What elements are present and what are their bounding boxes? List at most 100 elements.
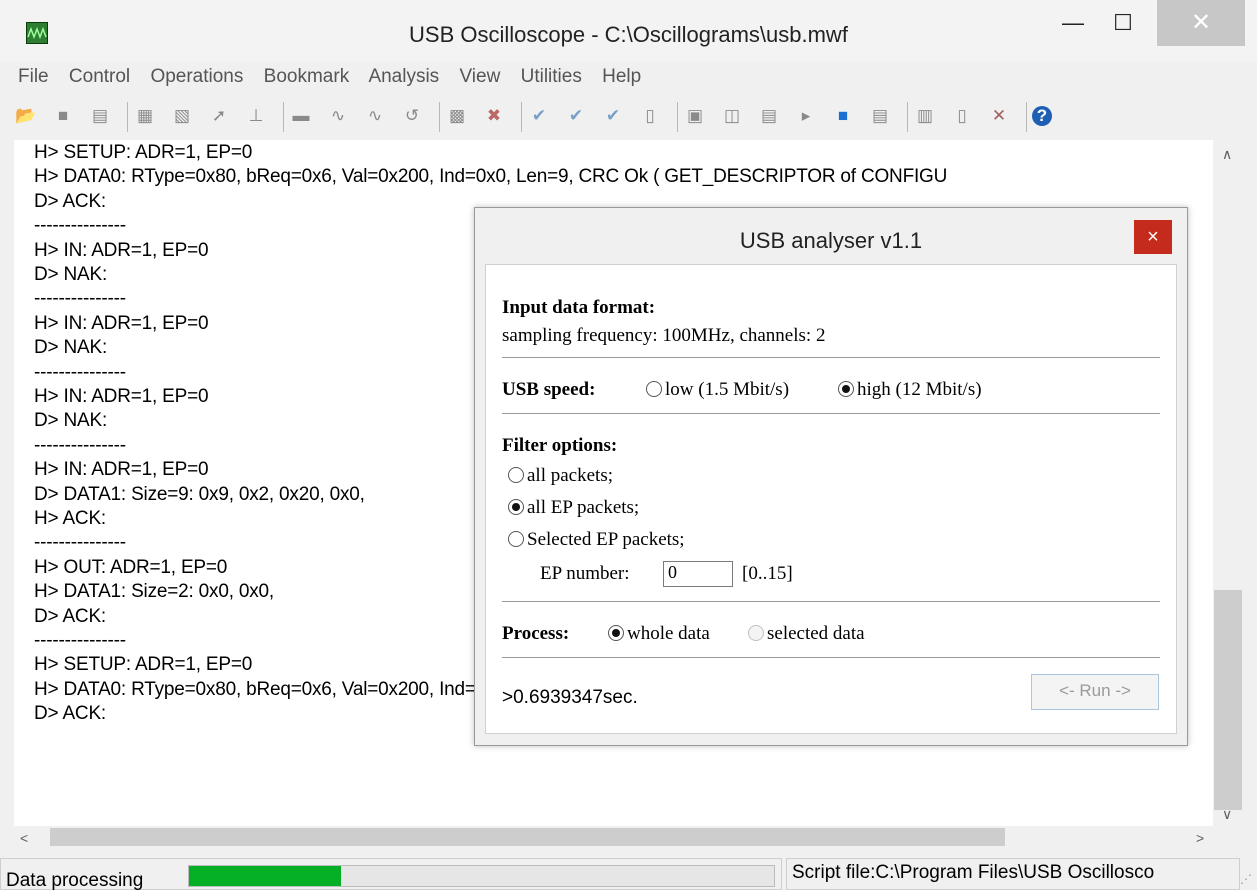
scroll-right-icon[interactable]: >	[1196, 830, 1204, 846]
status-text: Data processing	[6, 870, 144, 891]
toolbar-separator	[677, 102, 678, 132]
log-line: H> DATA0: RType=0x80, bReq=0x6, Val=0x20…	[34, 166, 948, 188]
log-line: ---------------	[34, 288, 126, 310]
doc-icon[interactable]: ▯	[638, 104, 662, 128]
radio-icon[interactable]	[508, 531, 524, 547]
radio-disabled-icon[interactable]	[748, 625, 764, 641]
decode-step-icon[interactable]: ▸	[794, 104, 818, 128]
copy-icon[interactable]: ▦	[133, 104, 157, 128]
close-button[interactable]: ✕	[1157, 0, 1245, 46]
divider	[502, 413, 1160, 414]
menu-bookmark[interactable]: Bookmark	[264, 66, 350, 87]
main-window: USB Oscilloscope - C:\Oscillograms\usb.m…	[0, 0, 1257, 891]
radio-icon[interactable]	[508, 467, 524, 483]
menu-analysis[interactable]: Analysis	[368, 66, 439, 87]
speed-low-radio[interactable]: low (1.5 Mbit/s)	[646, 379, 789, 401]
check-icon[interactable]: ✔	[527, 104, 551, 128]
vertical-scroll-thumb[interactable]	[1214, 590, 1242, 810]
toolbar-separator	[1026, 102, 1027, 132]
filter-all-ep-radio[interactable]: all EP packets;	[508, 497, 639, 519]
help-icon[interactable]: ?	[1032, 106, 1052, 126]
cross-icon[interactable]: ✕	[987, 104, 1011, 128]
picture-icon[interactable]: ▣	[683, 104, 707, 128]
input-format-text: sampling frequency: 100MHz, channels: 2	[502, 325, 826, 346]
zoom-out-icon[interactable]: ∿	[363, 104, 387, 128]
filter-all-radio[interactable]: all packets;	[508, 465, 613, 487]
dialog-body: Input data format: sampling frequency: 1…	[485, 264, 1177, 734]
radio-checked-icon[interactable]	[838, 381, 854, 397]
menu-help[interactable]: Help	[602, 66, 641, 87]
divider	[502, 357, 1160, 358]
decode-icon[interactable]: ▤	[757, 104, 781, 128]
chart-icon[interactable]: ▥	[913, 104, 937, 128]
process-whole-label: whole data	[627, 623, 710, 644]
log-line: H> SETUP: ADR=1, EP=0	[34, 654, 253, 676]
filter-icon[interactable]: ▩	[445, 104, 469, 128]
save-icon[interactable]: ■	[51, 104, 75, 128]
process-whole-radio[interactable]: whole data	[608, 623, 710, 645]
radio-checked-icon[interactable]	[508, 499, 524, 515]
elapsed-time: >0.6939347sec.	[502, 687, 638, 708]
log-line: ---------------	[34, 532, 126, 554]
filter-all-ep-label: all EP packets;	[527, 497, 640, 518]
log-line: H> SETUP: ADR=1, EP=0	[34, 142, 253, 163]
log-line: H> DATA1: Size=2: 0x0, 0x0,	[34, 581, 274, 603]
scroll-down-icon[interactable]: ∨	[1222, 806, 1232, 823]
menu-control[interactable]: Control	[69, 66, 130, 87]
title-bar[interactable]: USB Oscilloscope - C:\Oscillograms\usb.m…	[0, 0, 1257, 62]
log-line: H> OUT: ADR=1, EP=0	[34, 556, 228, 578]
speed-high-label: high (12 Mbit/s)	[857, 379, 982, 400]
log-line: D> NAK:	[34, 410, 108, 432]
ep-number-input[interactable]: 0	[663, 561, 733, 587]
page-icon[interactable]: ▯	[950, 104, 974, 128]
delete-filter-icon[interactable]: ✖	[482, 104, 506, 128]
progress-fill	[189, 866, 342, 886]
open-icon[interactable]: 📂	[14, 104, 38, 128]
decode-table-icon[interactable]: ▤	[868, 104, 892, 128]
scroll-left-icon[interactable]: <	[20, 830, 28, 846]
dialog-close-button[interactable]: ×	[1134, 220, 1172, 254]
log-line: H> IN: ADR=1, EP=0	[34, 459, 209, 481]
menu-operations[interactable]: Operations	[150, 66, 243, 87]
usb-analyser-dialog: USB analyser v1.1 × Input data format: s…	[474, 207, 1188, 746]
decode-run-icon[interactable]: ■	[831, 104, 855, 128]
check-all-icon[interactable]: ✔	[601, 104, 625, 128]
usb-speed-label: USB speed:	[502, 379, 596, 400]
log-line: ---------------	[34, 361, 126, 383]
divider	[502, 601, 1160, 602]
process-selected-label: selected data	[767, 623, 865, 644]
resize-grip-icon[interactable]: ⋰	[1240, 872, 1252, 886]
marker-icon[interactable]: ⊥	[244, 104, 268, 128]
cursor-icon[interactable]: ➚	[207, 104, 231, 128]
bookmark-icon[interactable]: ▬	[289, 104, 313, 128]
horizontal-scroll-thumb[interactable]	[50, 828, 1005, 846]
log-line: H> ACK:	[34, 508, 106, 529]
export-icon[interactable]: ◫	[720, 104, 744, 128]
zoom-in-icon[interactable]: ∿	[326, 104, 350, 128]
menu-utilities[interactable]: Utilities	[521, 66, 582, 87]
speed-low-label: low (1.5 Mbit/s)	[665, 379, 790, 400]
menu-view[interactable]: View	[459, 66, 500, 87]
paste-icon[interactable]: ▧	[170, 104, 194, 128]
radio-checked-icon[interactable]	[608, 625, 624, 641]
ep-number-label: EP number:	[540, 563, 630, 584]
process-label: Process:	[502, 623, 570, 644]
log-line: H> IN: ADR=1, EP=0	[34, 386, 209, 407]
filter-selected-radio[interactable]: Selected EP packets;	[508, 529, 685, 551]
maximize-button[interactable]: ☐	[1100, 0, 1146, 46]
scroll-up-icon[interactable]: ∧	[1222, 146, 1232, 163]
input-format-heading: Input data format:	[502, 297, 656, 318]
check-down-icon[interactable]: ✔	[564, 104, 588, 128]
toolbar-separator	[127, 102, 128, 132]
log-line: D> ACK:	[34, 190, 106, 212]
undo-icon[interactable]: ↺	[400, 104, 424, 128]
speed-high-radio[interactable]: high (12 Mbit/s)	[838, 379, 982, 401]
process-selected-radio[interactable]: selected data	[748, 623, 865, 645]
run-button[interactable]: <- Run ->	[1031, 674, 1159, 710]
radio-icon[interactable]	[646, 381, 662, 397]
toolbar-separator	[283, 102, 284, 132]
minimize-button[interactable]: —	[1050, 0, 1096, 46]
menu-file[interactable]: File	[18, 66, 49, 87]
filter-all-label: all packets;	[527, 465, 613, 486]
print-icon[interactable]: ▤	[88, 104, 112, 128]
